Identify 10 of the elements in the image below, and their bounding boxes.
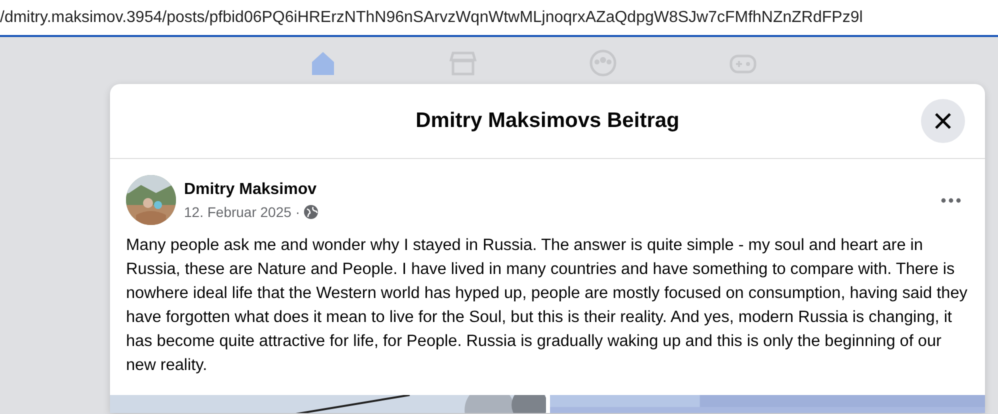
dialog-title: Dmitry Maksimovs Beitrag (416, 108, 680, 134)
separator-dot: · (295, 202, 300, 222)
post-text: Many people ask me and wonder why I stayed in Russia. The answer is quite simple - my soul and heart are in Russia, these are Nature and People. I have lived in many countries and have something to compare with. There is nowhere ideal life that the Western world has hyped up, people are mostly focused on consumption, having said they have forgotten what does it mean to live for the Soul, but this is their reality. And yes, modern Russia is changing, it has become quite attractive for life, for People. Russia is gradually waking up and this is only the beginning of our new reality. (125, 235, 968, 376)
groups-icon[interactable] (588, 48, 618, 78)
close-icon (934, 112, 952, 130)
more-icon (941, 198, 961, 202)
globe-icon (304, 205, 318, 219)
post-date[interactable]: 12. Februar 2025 (184, 202, 292, 222)
author-name[interactable]: Dmitry Maksimov (184, 178, 925, 202)
close-button[interactable] (921, 99, 965, 143)
